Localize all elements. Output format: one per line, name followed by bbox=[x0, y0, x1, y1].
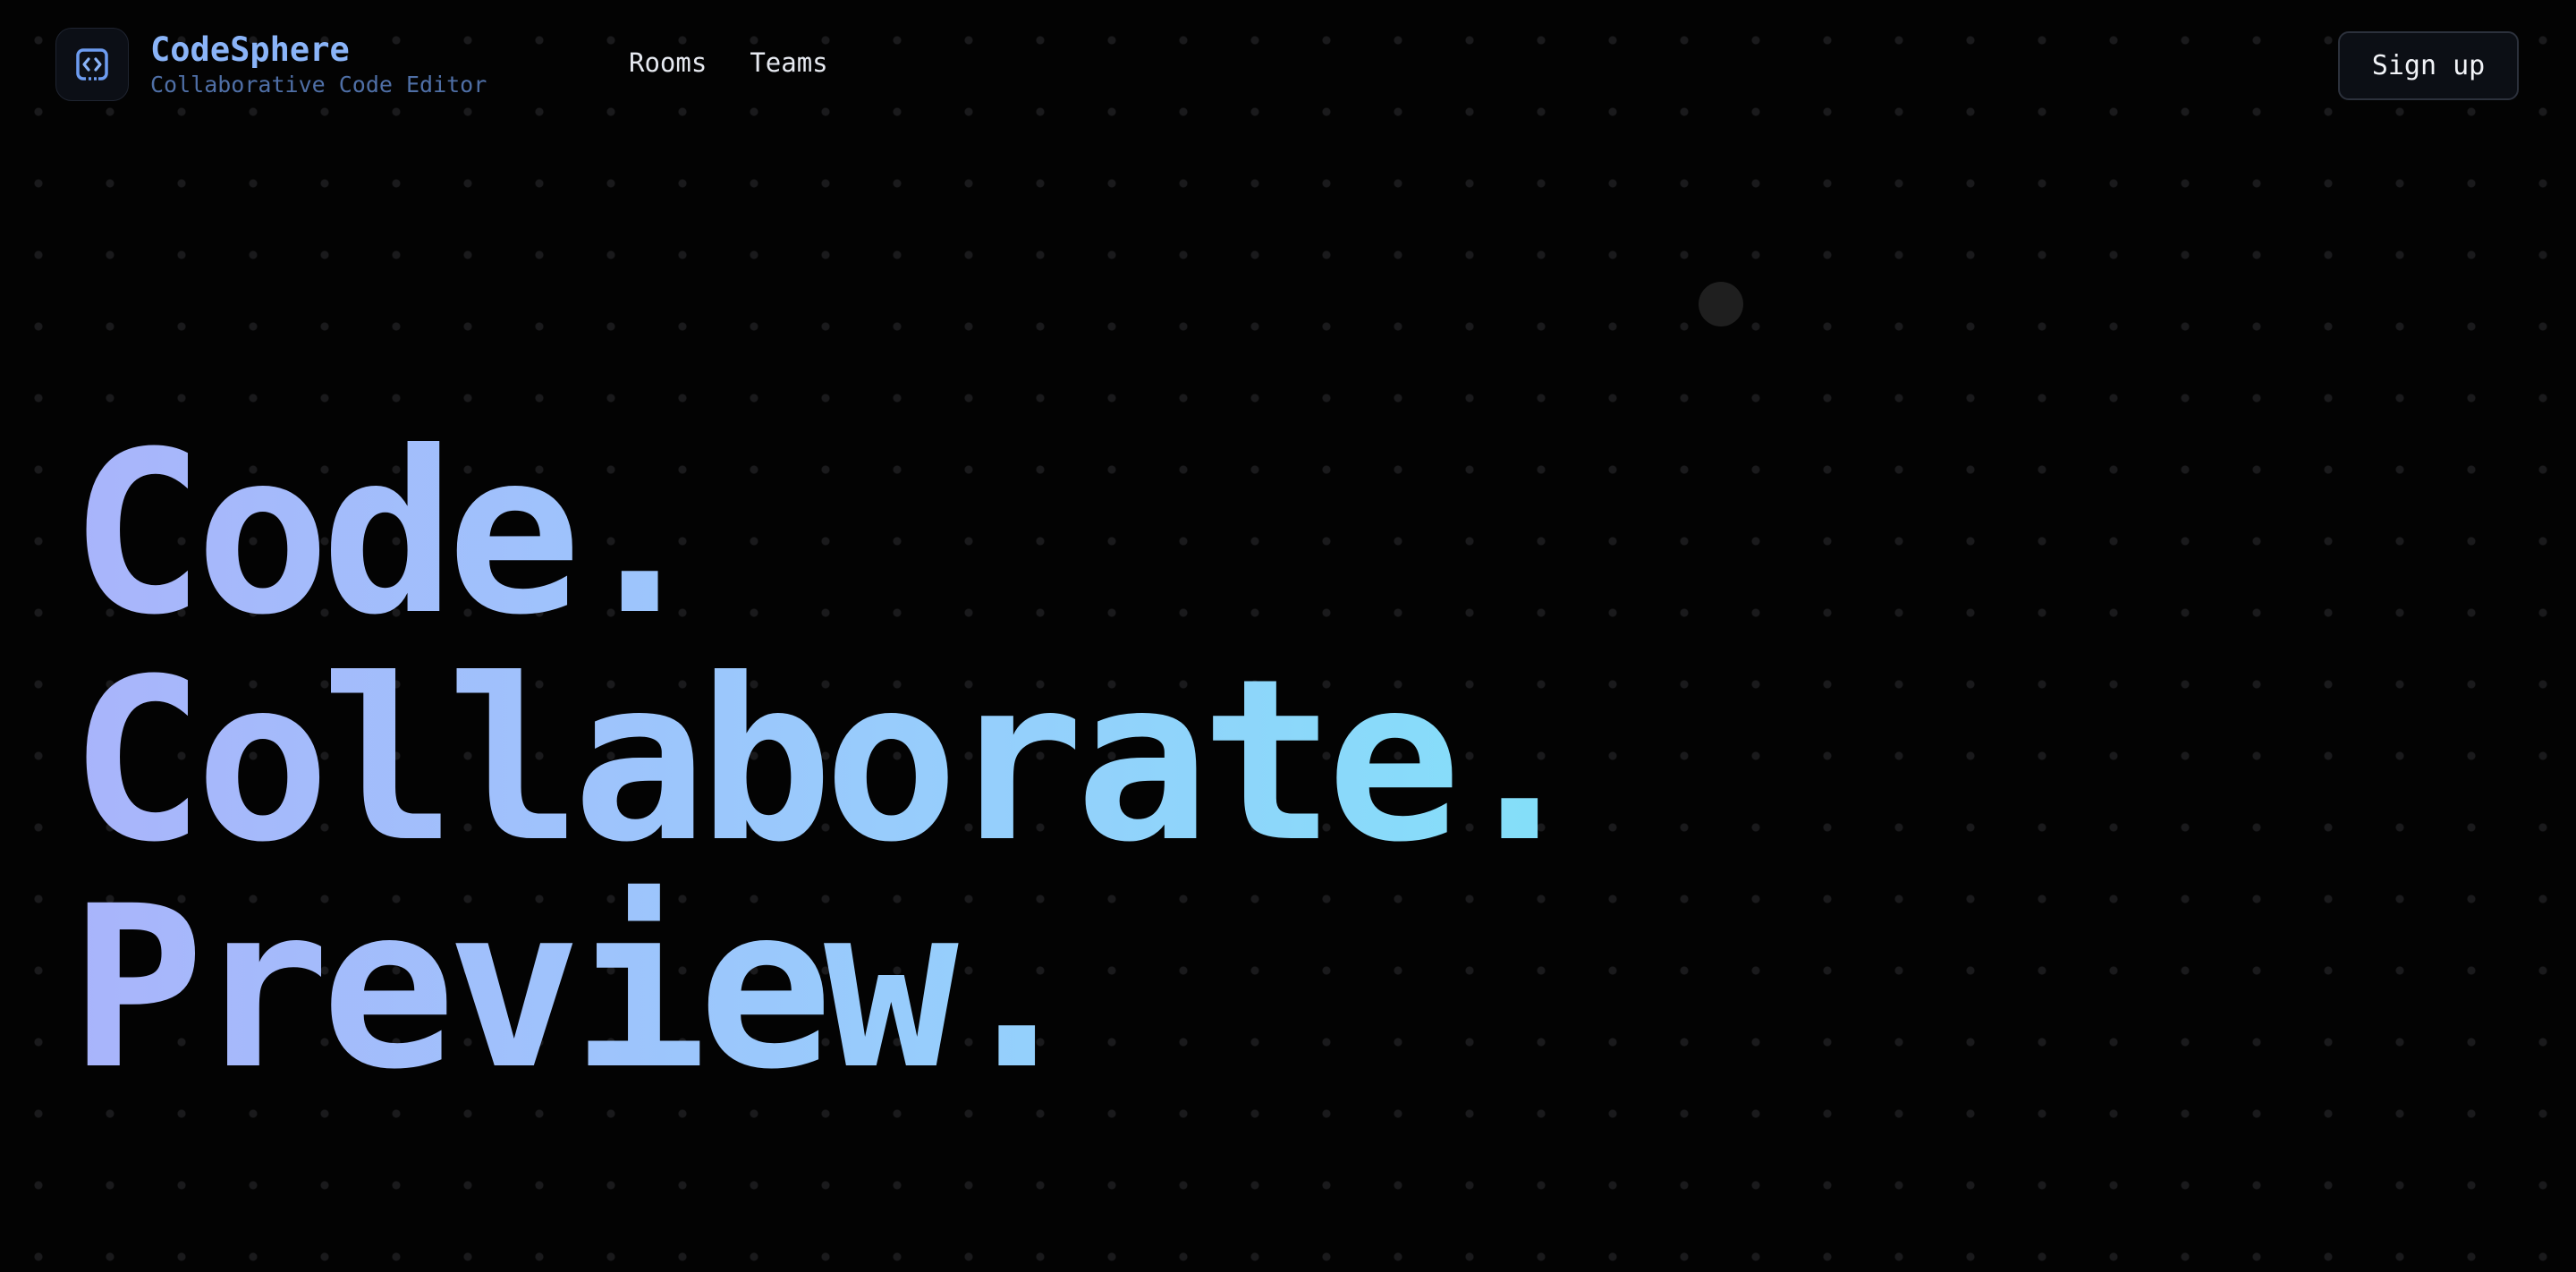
sign-up-button[interactable]: Sign up bbox=[2338, 31, 2519, 100]
top-navigation-bar: CodeSphere Collaborative Code Editor Roo… bbox=[0, 0, 2576, 132]
cursor-follower-dot bbox=[1699, 282, 1743, 326]
hero-headline: Code. Collaborate. Preview. bbox=[70, 420, 1587, 1102]
brand-name[interactable]: CodeSphere bbox=[150, 30, 350, 70]
brand-tagline: Collaborative Code Editor bbox=[150, 72, 487, 98]
main-nav: Rooms Teams bbox=[629, 45, 828, 81]
nav-link-rooms[interactable]: Rooms bbox=[629, 45, 707, 81]
code-brackets-icon bbox=[76, 48, 108, 81]
hero-line-collaborate: Collaborate. bbox=[70, 631, 1587, 891]
hero-line-preview: Preview. bbox=[70, 875, 1578, 1102]
brand-logo[interactable] bbox=[55, 28, 129, 101]
nav-link-teams[interactable]: Teams bbox=[750, 45, 827, 81]
hero-line-code: Code. bbox=[70, 420, 1578, 648]
landing-page: CodeSphere Collaborative Code Editor Roo… bbox=[0, 0, 2576, 1272]
